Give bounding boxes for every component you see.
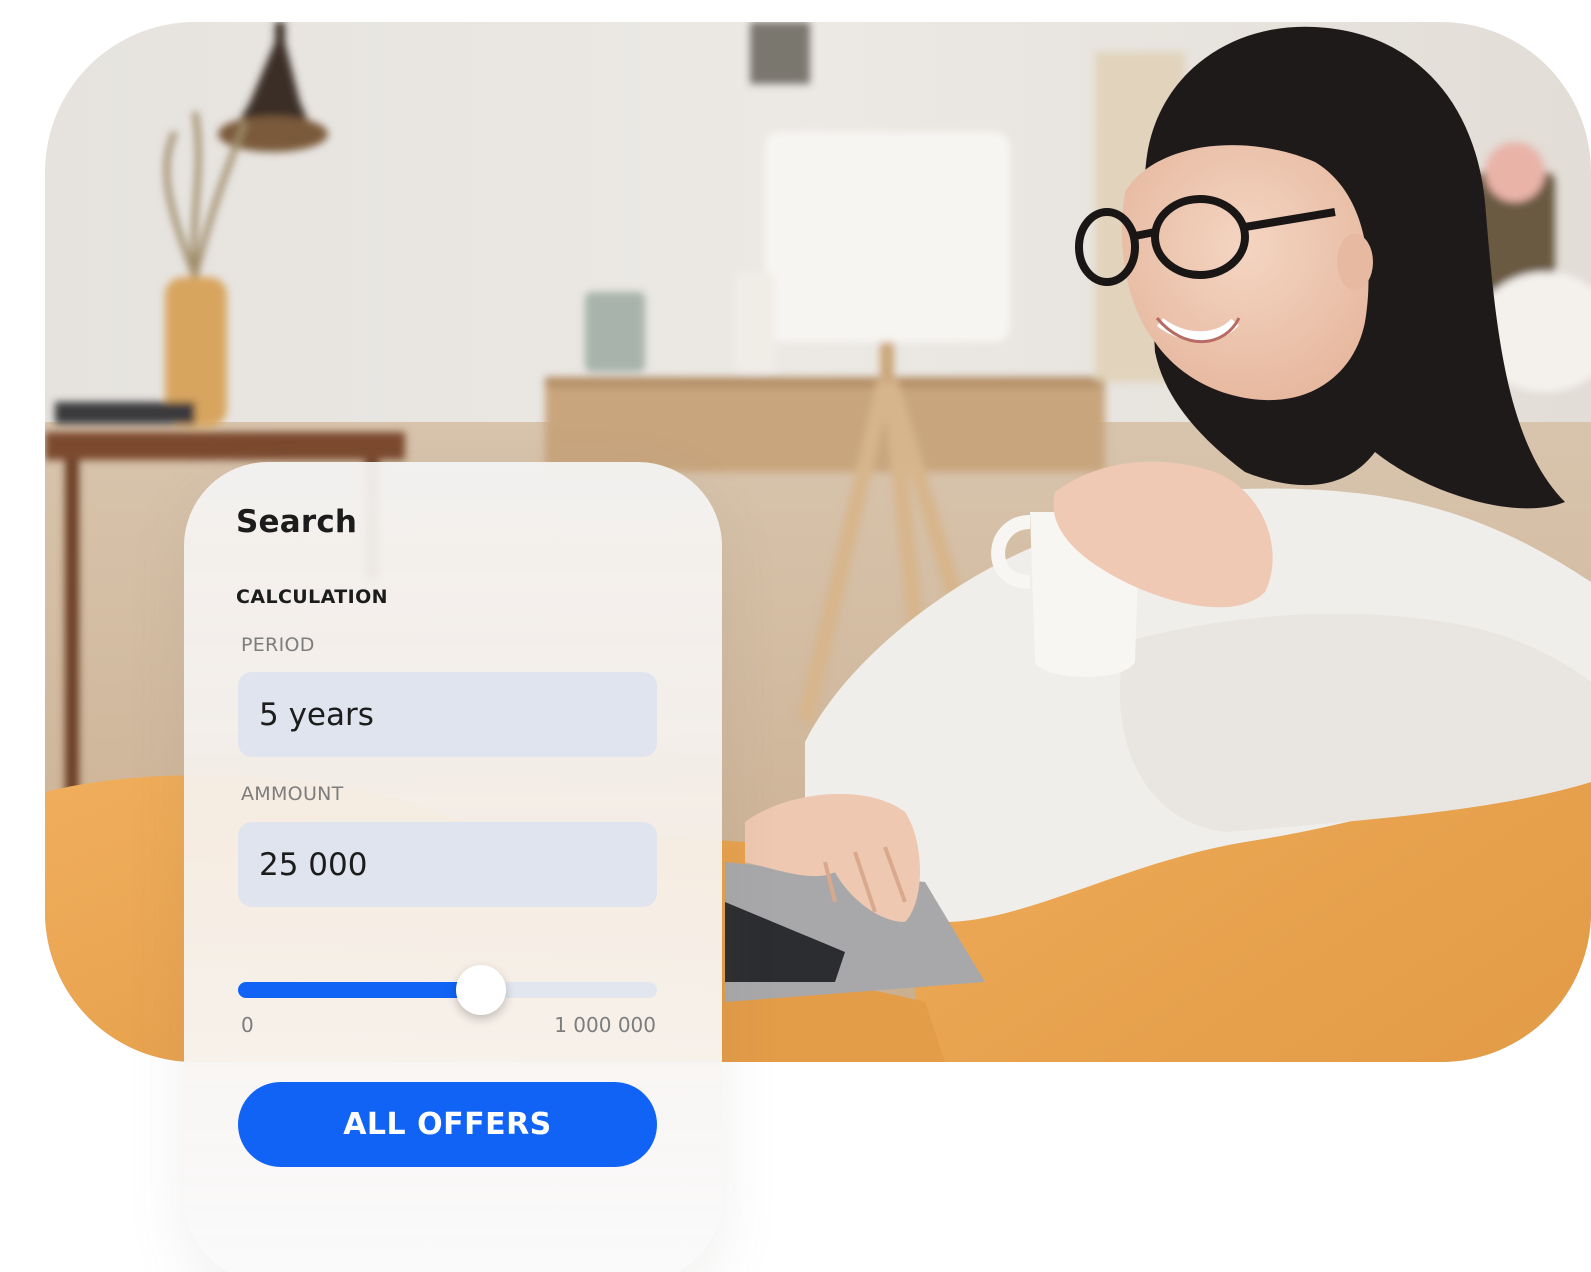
stage: Search CALCULATION PERIOD 5 years AMMOUN… xyxy=(0,0,1591,1272)
slider-fill xyxy=(238,982,482,998)
section-label-calculation: CALCULATION xyxy=(236,586,388,608)
amount-field[interactable]: 25 000 xyxy=(238,822,657,907)
slider-min-label: 0 xyxy=(241,1013,254,1037)
amount-label: AMMOUNT xyxy=(241,783,344,805)
slider-thumb[interactable] xyxy=(456,965,507,1015)
search-card: Search CALCULATION PERIOD 5 years AMMOUN… xyxy=(184,462,722,1272)
amount-value: 25 000 xyxy=(259,846,368,883)
slider-max-label: 1 000 000 xyxy=(554,1013,656,1037)
amount-slider[interactable] xyxy=(238,965,657,1015)
period-value: 5 years xyxy=(259,696,374,733)
card-title: Search xyxy=(236,504,358,540)
period-label: PERIOD xyxy=(241,634,315,656)
period-field[interactable]: 5 years xyxy=(238,672,657,757)
all-offers-button[interactable]: ALL OFFERS xyxy=(238,1082,657,1167)
